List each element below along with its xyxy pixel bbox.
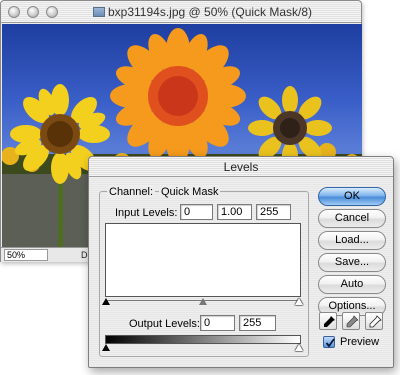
channel-select[interactable]: Quick Mask	[159, 186, 221, 198]
ok-button[interactable]: OK	[318, 187, 386, 206]
input-black-point-slider[interactable]	[102, 298, 110, 305]
input-levels-label: Input Levels:	[115, 207, 178, 219]
output-gradient-bar	[105, 335, 301, 344]
checkmark-icon	[325, 338, 335, 348]
output-black-point-slider[interactable]	[102, 344, 110, 351]
channel-label: Channel:	[107, 186, 156, 198]
gray-point-eyedropper-button[interactable]	[342, 312, 360, 330]
output-white-point-slider[interactable]	[295, 344, 303, 351]
input-gamma-slider[interactable]	[199, 298, 207, 305]
levels-dialog-title: Levels	[223, 160, 259, 174]
save-button[interactable]: Save...	[318, 253, 386, 272]
preview-checkbox[interactable]	[323, 336, 335, 348]
white-point-eyedropper-button[interactable]	[365, 312, 383, 330]
document-proxy-icon[interactable]	[93, 7, 105, 17]
close-window-button[interactable]	[8, 6, 20, 18]
black-point-eyedropper-button[interactable]	[319, 312, 337, 330]
load-button[interactable]: Load...	[318, 231, 386, 250]
zoom-level-field[interactable]: 50%	[4, 249, 48, 261]
output-levels-black-field[interactable]: 0	[200, 315, 235, 331]
input-levels-gamma-field[interactable]: 1.00	[217, 204, 252, 220]
minimize-window-button[interactable]	[27, 6, 39, 18]
levels-histogram	[105, 223, 301, 297]
output-levels-white-field[interactable]: 255	[239, 315, 276, 331]
output-levels-label: Output Levels:	[129, 318, 200, 330]
gray-point-eyedropper-icon	[346, 315, 359, 328]
input-levels-white-field[interactable]: 255	[256, 204, 291, 220]
levels-dialog-titlebar[interactable]: Levels	[89, 157, 393, 177]
auto-button[interactable]: Auto	[318, 275, 386, 294]
preview-label: Preview	[340, 336, 380, 348]
document-title: bxp31194s.jpg @ 50% (Quick Mask/8)	[93, 5, 312, 19]
zoom-window-button[interactable]	[46, 6, 58, 18]
black-point-eyedropper-icon	[324, 316, 335, 327]
white-point-eyedropper-icon	[369, 315, 382, 328]
document-titlebar[interactable]: bxp31194s.jpg @ 50% (Quick Mask/8)	[1, 1, 361, 23]
input-white-point-slider[interactable]	[295, 298, 303, 305]
input-levels-black-field[interactable]: 0	[180, 204, 213, 220]
cancel-button[interactable]: Cancel	[318, 209, 386, 228]
